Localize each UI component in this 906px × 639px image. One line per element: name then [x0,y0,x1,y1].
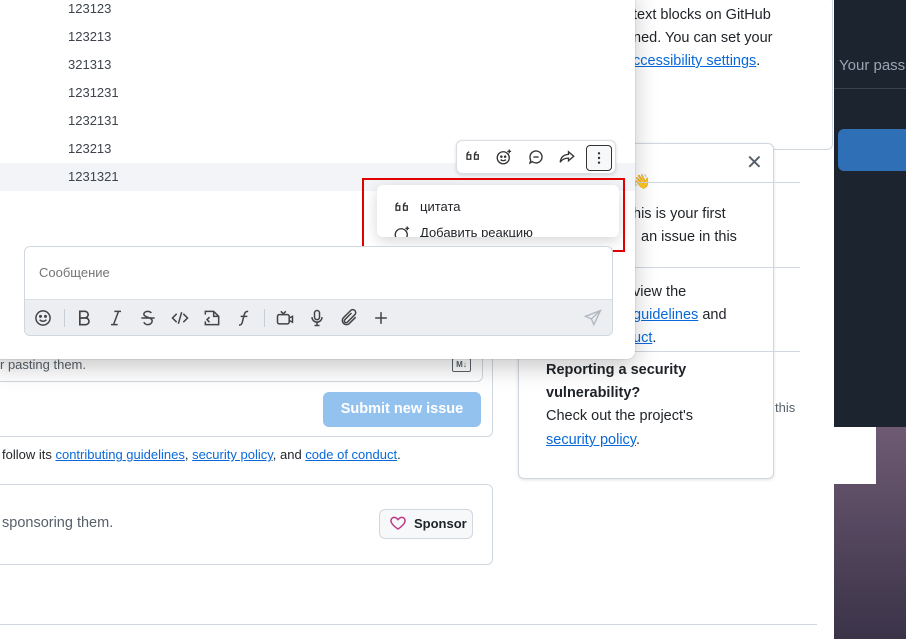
close-icon[interactable]: ✕ [746,150,763,175]
security-policy-link[interactable]: security policy [192,447,273,462]
attachment-icon[interactable] [339,308,359,328]
security-heading-line-2: vulnerability? [546,385,641,401]
guidelines-prefix: follow its [2,447,56,462]
dark-panel-separator [834,88,906,89]
message-actions-toolbar [456,140,616,174]
reply-button[interactable] [524,145,548,169]
code-block-icon[interactable] [202,308,222,328]
guidelines-sep: , [184,447,193,462]
video-icon[interactable] [275,308,295,328]
composer-toolbar [25,299,612,335]
tip-text-1: his is your first [633,206,726,222]
more-options-button[interactable] [586,145,612,171]
sponsor-label: Sponsor [414,516,467,531]
highlight-frame [362,178,625,252]
code-of-conduct-link[interactable]: uct [633,330,652,346]
accessibility-info-text: text blocks on GitHub ned. You can set y… [633,4,823,73]
security-heading: Reporting a security vulnerability? [546,359,686,405]
bold-icon[interactable] [74,308,94,328]
tip-text-2: an issue in this [641,229,737,245]
formula-icon[interactable] [234,308,254,328]
security-period: . [635,432,641,448]
guidelines-note: follow its contributing guidelines, secu… [2,447,401,462]
tip-text-3: view the [633,284,687,300]
dark-panel-button[interactable] [838,129,906,171]
chat-message[interactable]: 1231231 [68,85,119,100]
chat-message[interactable]: 1231321 [68,169,119,184]
italic-icon[interactable] [106,308,126,328]
submit-new-issue-button[interactable]: Submit new issue [323,392,481,427]
side-text: this [775,400,796,415]
guidelines-sep: , and [272,447,306,462]
send-icon[interactable] [583,308,603,328]
security-heading-line-1: Reporting a security [546,362,687,378]
strikethrough-icon[interactable] [138,308,158,328]
microphone-icon[interactable] [307,308,327,328]
plus-icon[interactable] [371,308,391,328]
sponsor-button[interactable]: Sponsor [379,509,473,539]
tip-and: and [698,307,727,323]
contributing-guidelines-link[interactable]: contributing guidelines [55,447,184,462]
emoji-icon[interactable] [33,308,53,328]
toolbar-separator [264,309,265,327]
add-reaction-button[interactable] [492,145,516,169]
guidelines-link[interactable]: guidelines [633,307,698,323]
quote-icon [466,151,479,160]
reply-icon [528,150,543,165]
chat-message[interactable]: 123213 [68,141,111,156]
add-reaction-icon [496,149,512,165]
chat-message[interactable]: 123213 [68,29,111,44]
info-line-1: text blocks on GitHub [633,7,771,23]
forward-button[interactable] [555,145,579,169]
textarea-hint: r pasting them. [0,357,86,372]
white-panel-fragment [834,427,876,484]
security-text: Check out the project's [546,408,694,424]
info-line-2: ned. You can set your [633,30,773,46]
accessibility-settings-link[interactable]: ccessibility settings [633,53,756,69]
quote-button[interactable] [461,145,485,169]
security-policy-link[interactable]: security policy [546,432,636,448]
heart-icon [390,516,406,530]
chat-message[interactable]: 321313 [68,57,111,72]
footer-divider [0,624,817,625]
tip-period: . [652,330,657,346]
message-composer [24,246,613,336]
message-input[interactable] [37,264,581,281]
password-label: Your pass [839,57,906,74]
forward-icon [559,150,575,163]
code-of-conduct-link[interactable]: code of conduct [305,447,397,462]
chat-message[interactable]: 1232131 [68,113,119,128]
code-icon[interactable] [170,308,190,328]
sponsor-text: sponsoring them. [2,515,114,531]
toolbar-separator [64,309,65,327]
info-period: . [756,53,761,69]
more-options-icon [597,152,601,164]
chat-message[interactable]: 123123 [68,1,111,16]
guidelines-suffix: . [397,447,401,462]
markdown-icon: M↓ [452,358,471,372]
